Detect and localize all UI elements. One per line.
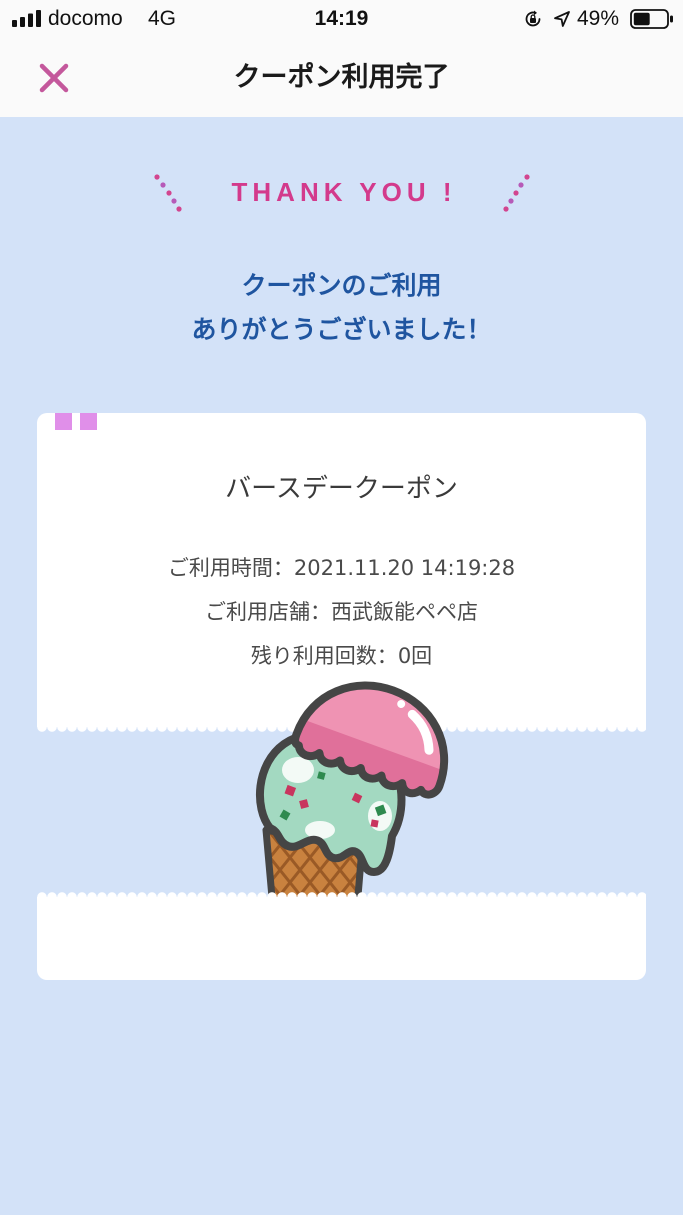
status-bar: docomo 4G 14:19 49% [0, 0, 683, 38]
remaining-uses-label: 残り利用回数： [250, 644, 398, 668]
close-icon [39, 63, 69, 93]
rotation-lock-icon [525, 10, 541, 27]
battery-fill [633, 12, 650, 26]
usage-store-label: ご利用店舗： [205, 600, 331, 624]
card-tab-mark [55, 413, 72, 430]
usage-time-value: 2021.11.20 14:19:28 [293, 556, 516, 580]
usage-store-value: 西武飯能ペペ店 [331, 600, 478, 624]
battery-percent: 49% [577, 7, 620, 30]
card-tab-mark [80, 413, 97, 430]
page-title: クーポン利用完了 [233, 62, 450, 93]
remaining-uses-value: 0回 [397, 644, 433, 668]
thanks-message: クーポンのご利用 ありがとうございました！ [0, 264, 683, 352]
battery-icon [630, 9, 673, 29]
thanks-line-1: クーポンのご利用 [241, 271, 442, 300]
thanks-line-2: ありがとうございました！ [191, 315, 492, 344]
coupon-name: バースデークーポン [225, 474, 458, 504]
usage-time-label: ご利用時間： [167, 556, 294, 580]
close-button[interactable] [36, 60, 72, 96]
coupon-card-stub [37, 889, 646, 980]
ice-cream-illustration [256, 681, 449, 915]
coupon-details: ご利用時間：2021.11.20 14:19:28 ご利用店舗：西武飯能ペペ店 … [37, 546, 646, 678]
usage-time-row: ご利用時間：2021.11.20 14:19:28 [37, 546, 646, 590]
nav-bar: クーポン利用完了 [0, 38, 683, 117]
thank-you-heading: THANK YOU ! [231, 177, 457, 207]
location-arrow-icon [554, 11, 570, 27]
remaining-uses-row: 残り利用回数：0回 [37, 634, 646, 678]
usage-store-row: ご利用店舗：西武飯能ペペ店 [37, 590, 646, 634]
